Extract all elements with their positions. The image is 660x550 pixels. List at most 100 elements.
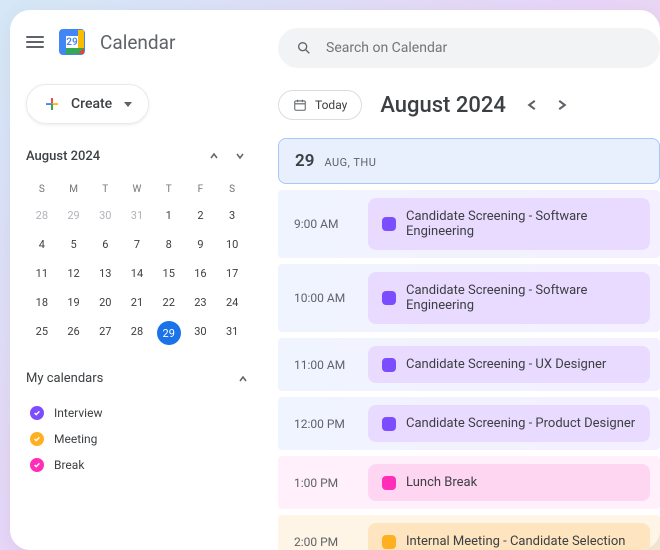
calendar-item[interactable]: Meeting xyxy=(26,426,248,452)
svg-text:29: 29 xyxy=(66,37,78,48)
event-pill[interactable]: Candidate Screening - UX Designer xyxy=(368,346,650,383)
event-category-icon xyxy=(382,217,396,231)
mini-cal-day[interactable]: 22 xyxy=(153,288,185,317)
mini-cal-day[interactable]: 26 xyxy=(58,317,90,349)
mini-cal-day[interactable]: 15 xyxy=(153,259,185,288)
my-calendars-label: My calendars xyxy=(26,371,103,386)
mini-cal-day[interactable]: 23 xyxy=(185,288,217,317)
search-icon xyxy=(296,40,312,56)
event-row[interactable]: 2:00 PMInternal Meeting - Candidate Sele… xyxy=(278,515,660,550)
event-row[interactable]: 11:00 AM Candidate Screening - UX Designe… xyxy=(278,338,660,391)
event-time: 12:00 PM xyxy=(294,417,368,431)
my-calendars-toggle[interactable]: My calendars xyxy=(26,371,248,386)
mini-cal-dow: F xyxy=(185,178,217,201)
mini-cal-day[interactable]: 3 xyxy=(216,201,248,230)
event-pill[interactable]: Lunch Break xyxy=(368,464,650,501)
mini-cal-day[interactable]: 30 xyxy=(185,317,217,349)
mini-cal-day[interactable]: 17 xyxy=(216,259,248,288)
event-pill[interactable]: Internal Meeting - Candidate Selection xyxy=(368,523,650,550)
mini-calendar: SMTWTFS 28293031123456789101112131415161… xyxy=(26,178,248,349)
mini-cal-dow: T xyxy=(89,178,121,201)
mini-cal-day[interactable]: 29 xyxy=(58,201,90,230)
mini-cal-day[interactable]: 7 xyxy=(121,230,153,259)
mini-cal-dow: S xyxy=(26,178,58,201)
view-header: Today August 2024 xyxy=(278,90,660,120)
event-row[interactable]: 1:00 PM Lunch Break xyxy=(278,456,660,509)
event-title: Candidate Screening - Product Designer xyxy=(406,416,635,431)
mini-cal-day[interactable]: 31 xyxy=(121,201,153,230)
event-row[interactable]: 12:00 PM Candidate Screening - Product De… xyxy=(278,397,660,450)
event-category-icon xyxy=(382,476,396,490)
calendar-logo-icon: 29 xyxy=(58,28,86,56)
prev-period[interactable] xyxy=(524,97,540,113)
mini-cal-day[interactable]: 4 xyxy=(26,230,58,259)
event-category-icon xyxy=(382,291,396,305)
create-label: Create xyxy=(71,96,112,112)
mini-cal-day[interactable]: 18 xyxy=(26,288,58,317)
mini-cal-day[interactable]: 11 xyxy=(26,259,58,288)
mini-calendar-title: August 2024 xyxy=(26,149,100,164)
today-button[interactable]: Today xyxy=(278,90,362,120)
event-category-icon xyxy=(382,417,396,431)
mini-cal-day[interactable]: 20 xyxy=(89,288,121,317)
day-header[interactable]: 29 AUG, THU xyxy=(278,138,660,184)
mini-cal-day[interactable]: 8 xyxy=(153,230,185,259)
mini-cal-day[interactable]: 2 xyxy=(185,201,217,230)
sidebar: 29 Calendar Create August 2024 SMTWTFS xyxy=(10,10,264,550)
event-row[interactable]: 10:00 AMCandidate Screening - Software E… xyxy=(278,264,660,332)
calendar-item[interactable]: Break xyxy=(26,452,248,478)
mini-cal-day[interactable]: 9 xyxy=(185,230,217,259)
mini-cal-day[interactable]: 16 xyxy=(185,259,217,288)
mini-cal-dow: S xyxy=(216,178,248,201)
day-number: 29 xyxy=(295,151,314,171)
mini-cal-day[interactable]: 14 xyxy=(121,259,153,288)
event-time: 11:00 AM xyxy=(294,358,368,372)
calendar-item[interactable]: Interview xyxy=(26,400,248,426)
mini-cal-day[interactable]: 21 xyxy=(121,288,153,317)
mini-cal-day[interactable]: 25 xyxy=(26,317,58,349)
day-label: AUG, THU xyxy=(324,156,376,169)
event-row[interactable]: 9:00 AMCandidate Screening - Software En… xyxy=(278,190,660,258)
today-label: Today xyxy=(315,98,347,112)
my-calendars: My calendars Interview Meeting Break xyxy=(26,371,248,478)
mini-cal-day[interactable]: 24 xyxy=(216,288,248,317)
chevron-up-icon xyxy=(238,374,248,384)
calendar-item-label: Break xyxy=(54,458,84,472)
event-time: 10:00 AM xyxy=(294,291,368,305)
event-time: 1:00 PM xyxy=(294,476,368,490)
search-input[interactable] xyxy=(326,40,642,56)
mini-cal-day[interactable]: 1 xyxy=(153,201,185,230)
mini-cal-day[interactable]: 5 xyxy=(58,230,90,259)
mini-cal-day[interactable]: 19 xyxy=(58,288,90,317)
mini-cal-day[interactable]: 28 xyxy=(26,201,58,230)
menu-icon[interactable] xyxy=(26,36,44,48)
event-title: Candidate Screening - UX Designer xyxy=(406,357,606,372)
mini-cal-dow: W xyxy=(121,178,153,201)
mini-cal-dow: M xyxy=(58,178,90,201)
event-pill[interactable]: Candidate Screening - Product Designer xyxy=(368,405,650,442)
mini-cal-day[interactable]: 13 xyxy=(89,259,121,288)
mini-cal-next[interactable] xyxy=(232,148,248,164)
mini-cal-day[interactable]: 12 xyxy=(58,259,90,288)
mini-cal-day[interactable]: 28 xyxy=(121,317,153,349)
event-pill[interactable]: Candidate Screening - Software Engineeri… xyxy=(368,198,650,250)
mini-cal-day[interactable]: 30 xyxy=(89,201,121,230)
mini-cal-day[interactable]: 29 xyxy=(157,321,181,345)
event-title: Lunch Break xyxy=(406,475,477,490)
mini-cal-day[interactable]: 31 xyxy=(216,317,248,349)
next-period[interactable] xyxy=(554,97,570,113)
event-category-icon xyxy=(382,358,396,372)
mini-cal-prev[interactable] xyxy=(206,148,222,164)
calendar-item-label: Interview xyxy=(54,406,102,420)
mini-cal-day[interactable]: 10 xyxy=(216,230,248,259)
event-category-icon xyxy=(382,535,396,549)
event-pill[interactable]: Candidate Screening - Software Engineeri… xyxy=(368,272,650,324)
mini-cal-day[interactable]: 6 xyxy=(89,230,121,259)
calendar-item-label: Meeting xyxy=(54,432,97,446)
event-title: Internal Meeting - Candidate Selection xyxy=(406,534,625,549)
create-button[interactable]: Create xyxy=(26,84,149,124)
calendar-check-icon xyxy=(30,406,44,420)
mini-cal-day[interactable]: 27 xyxy=(89,317,121,349)
search-bar[interactable] xyxy=(278,28,660,68)
mini-calendar-header: August 2024 xyxy=(26,148,248,164)
